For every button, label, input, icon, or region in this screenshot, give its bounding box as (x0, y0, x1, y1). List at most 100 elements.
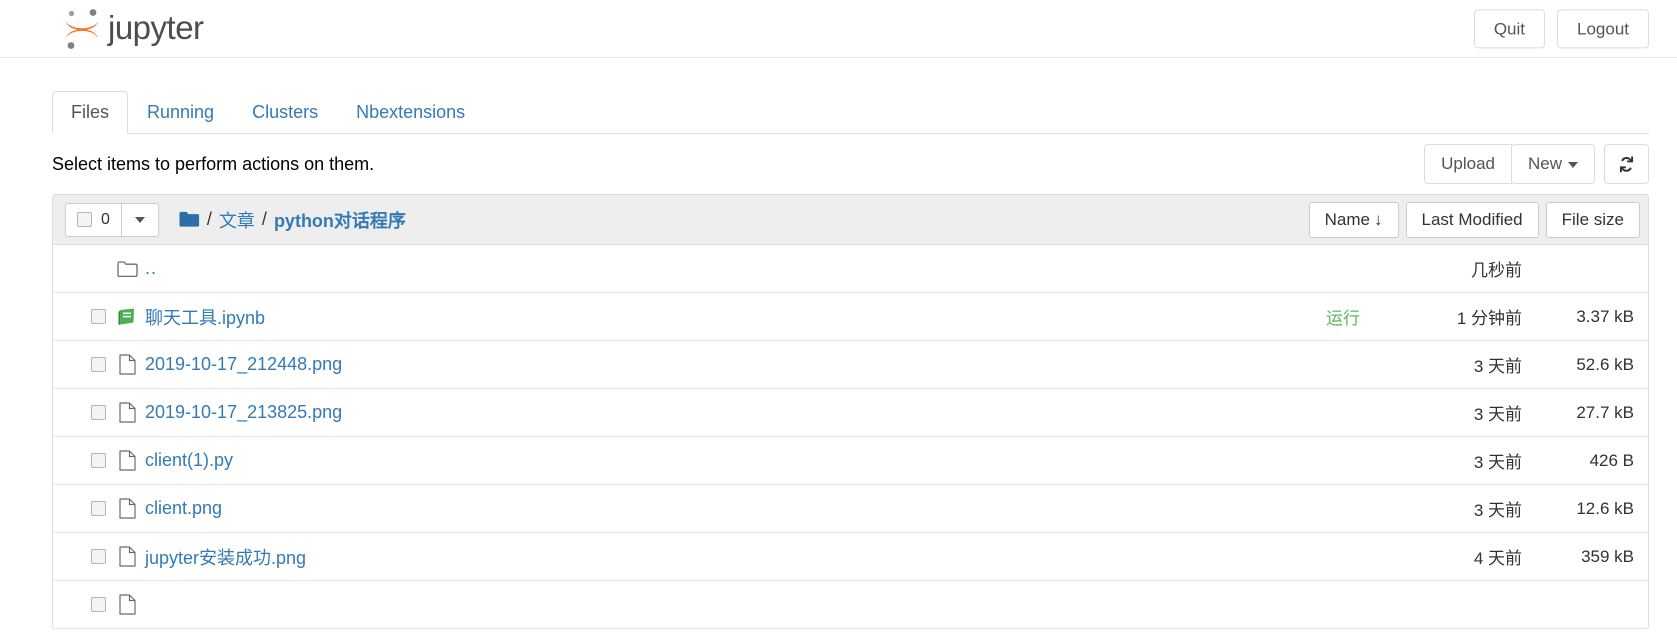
table-row[interactable]: jupyter安装成功.png 4 天前 359 kB (53, 533, 1648, 581)
file-name-link[interactable]: 聊天工具.ipynb (145, 304, 1326, 330)
tab-running[interactable]: Running (128, 91, 233, 134)
folder-icon[interactable] (179, 211, 200, 228)
sort-name-label: Name (1324, 209, 1371, 229)
row-checkbox-cell (65, 357, 109, 372)
row-size: 426 B (1589, 450, 1634, 470)
caret-down-icon (134, 216, 145, 223)
logout-button[interactable]: Logout (1557, 8, 1649, 49)
row-icon-cell (109, 260, 145, 278)
file-name-link[interactable]: client.png (145, 498, 1360, 519)
folder-outline-icon (116, 260, 138, 277)
file-name-link[interactable]: client(1).py (145, 450, 1360, 471)
sort-buttons: Name ↓ Last Modified File size (1302, 201, 1640, 238)
refresh-button[interactable] (1604, 144, 1649, 184)
file-name-link[interactable]: jupyter安装成功.png (145, 544, 1360, 570)
file-name-link[interactable]: 2019-10-17_213825.png (145, 402, 1360, 423)
breadcrumb-item-0[interactable]: 文章 (219, 207, 255, 233)
tab-bar: Files Running Clusters Nbextensions (52, 90, 1649, 134)
breadcrumb: / 文章 / python对话程序 (179, 207, 406, 233)
table-row[interactable]: 2019-10-17_213825.png 3 天前 27.7 kB (53, 389, 1648, 437)
breadcrumb-separator: / (206, 209, 212, 229)
quit-button[interactable]: Quit (1473, 8, 1545, 49)
row-checkbox[interactable] (91, 309, 106, 324)
table-row[interactable]: 聊天工具.ipynb 运行 1 分钟前 3.37 kB (53, 293, 1648, 341)
row-checkbox[interactable] (91, 597, 106, 612)
table-row[interactable]: client(1).py 3 天前 426 B (53, 437, 1648, 485)
row-checkbox-cell (65, 309, 109, 324)
row-modified: 几秒前 (1471, 261, 1522, 280)
breadcrumb-item-1[interactable]: python对话程序 (274, 207, 406, 233)
file-list-header-left: 0 / 文章 / python对话程序 (65, 202, 406, 237)
refresh-icon (1619, 155, 1634, 172)
file-icon (118, 354, 136, 375)
toolbar: Select items to perform actions on them.… (52, 134, 1649, 194)
jupyter-logo-icon (66, 8, 98, 49)
select-all-dropdown-button[interactable] (120, 202, 159, 237)
brand: jupyter (62, 7, 204, 51)
sort-descending-icon: ↓ (1374, 209, 1383, 229)
row-size: 52.6 kB (1576, 354, 1634, 374)
row-size: 359 kB (1581, 546, 1634, 566)
tab-clusters[interactable]: Clusters (233, 91, 337, 134)
row-icon-cell (109, 498, 145, 519)
file-icon (118, 594, 136, 615)
row-icon-cell (109, 307, 145, 327)
row-icon-cell (109, 354, 145, 375)
checkbox-icon[interactable] (77, 212, 92, 227)
caret-down-icon (1568, 161, 1578, 168)
tab-files[interactable]: Files (52, 90, 129, 134)
row-status: 运行 (1326, 309, 1360, 328)
row-icon-cell (109, 450, 145, 471)
row-checkbox-cell (65, 405, 109, 420)
row-modified: 1 分钟前 (1456, 309, 1522, 328)
row-checkbox[interactable] (91, 549, 106, 564)
file-icon (118, 450, 136, 471)
selected-count: 0 (101, 210, 110, 228)
table-row[interactable]: 2019-10-17_212448.png 3 天前 52.6 kB (53, 341, 1648, 389)
row-checkbox[interactable] (91, 501, 106, 516)
file-name-link[interactable]: 2019-10-17_212448.png (145, 354, 1360, 375)
row-checkbox[interactable] (91, 357, 106, 372)
table-row[interactable]: client.png 3 天前 12.6 kB (53, 485, 1648, 533)
brand-title: jupyter (108, 8, 204, 46)
row-modified: 3 天前 (1473, 357, 1522, 376)
upload-button[interactable]: Upload (1424, 144, 1512, 184)
row-modified: 4 天前 (1473, 549, 1522, 568)
row-modified: 3 天前 (1473, 453, 1522, 472)
row-modified: 3 天前 (1473, 501, 1522, 520)
row-size: 12.6 kB (1576, 498, 1634, 518)
file-icon (118, 498, 136, 519)
row-checkbox-cell (65, 549, 109, 564)
select-all-button[interactable]: 0 (65, 202, 122, 237)
new-button-label: New (1527, 154, 1562, 174)
notebook-icon (118, 308, 134, 325)
selection-hint: Select items to perform actions on them. (52, 153, 375, 174)
row-icon-cell (109, 546, 145, 567)
tab-nbextensions[interactable]: Nbextensions (337, 91, 484, 134)
row-size: 3.37 kB (1576, 306, 1634, 326)
row-size: 27.7 kB (1576, 402, 1634, 422)
table-row[interactable]: .. 几秒前 (53, 245, 1648, 293)
select-all-group: 0 (65, 202, 159, 237)
row-modified: 3 天前 (1473, 405, 1522, 424)
row-icon-cell (109, 402, 145, 423)
breadcrumb-separator: / (261, 209, 267, 229)
toolbar-buttons: Upload New (1424, 144, 1649, 184)
row-checkbox[interactable] (91, 453, 106, 468)
table-row[interactable] (53, 581, 1648, 629)
file-list: 0 / 文章 / python对话程序 Name↓ Last Modified (52, 194, 1649, 629)
new-button[interactable]: New (1510, 144, 1595, 184)
file-list-header: 0 / 文章 / python对话程序 Name↓ Last Modified (53, 195, 1648, 245)
header-actions: Quit Logout (1473, 8, 1649, 49)
row-checkbox-cell (65, 597, 109, 612)
row-checkbox[interactable] (91, 405, 106, 420)
sort-by-filesize-button[interactable]: File size (1545, 201, 1640, 238)
app-header: jupyter Quit Logout (0, 0, 1677, 58)
sort-by-name-button[interactable]: Name ↓ (1308, 201, 1399, 238)
file-icon (118, 546, 136, 567)
sort-by-modified-button[interactable]: Last Modified (1405, 201, 1539, 238)
row-icon-cell (109, 594, 145, 615)
row-checkbox-cell (65, 453, 109, 468)
file-icon (118, 402, 136, 423)
file-name-link[interactable]: .. (145, 258, 1360, 279)
